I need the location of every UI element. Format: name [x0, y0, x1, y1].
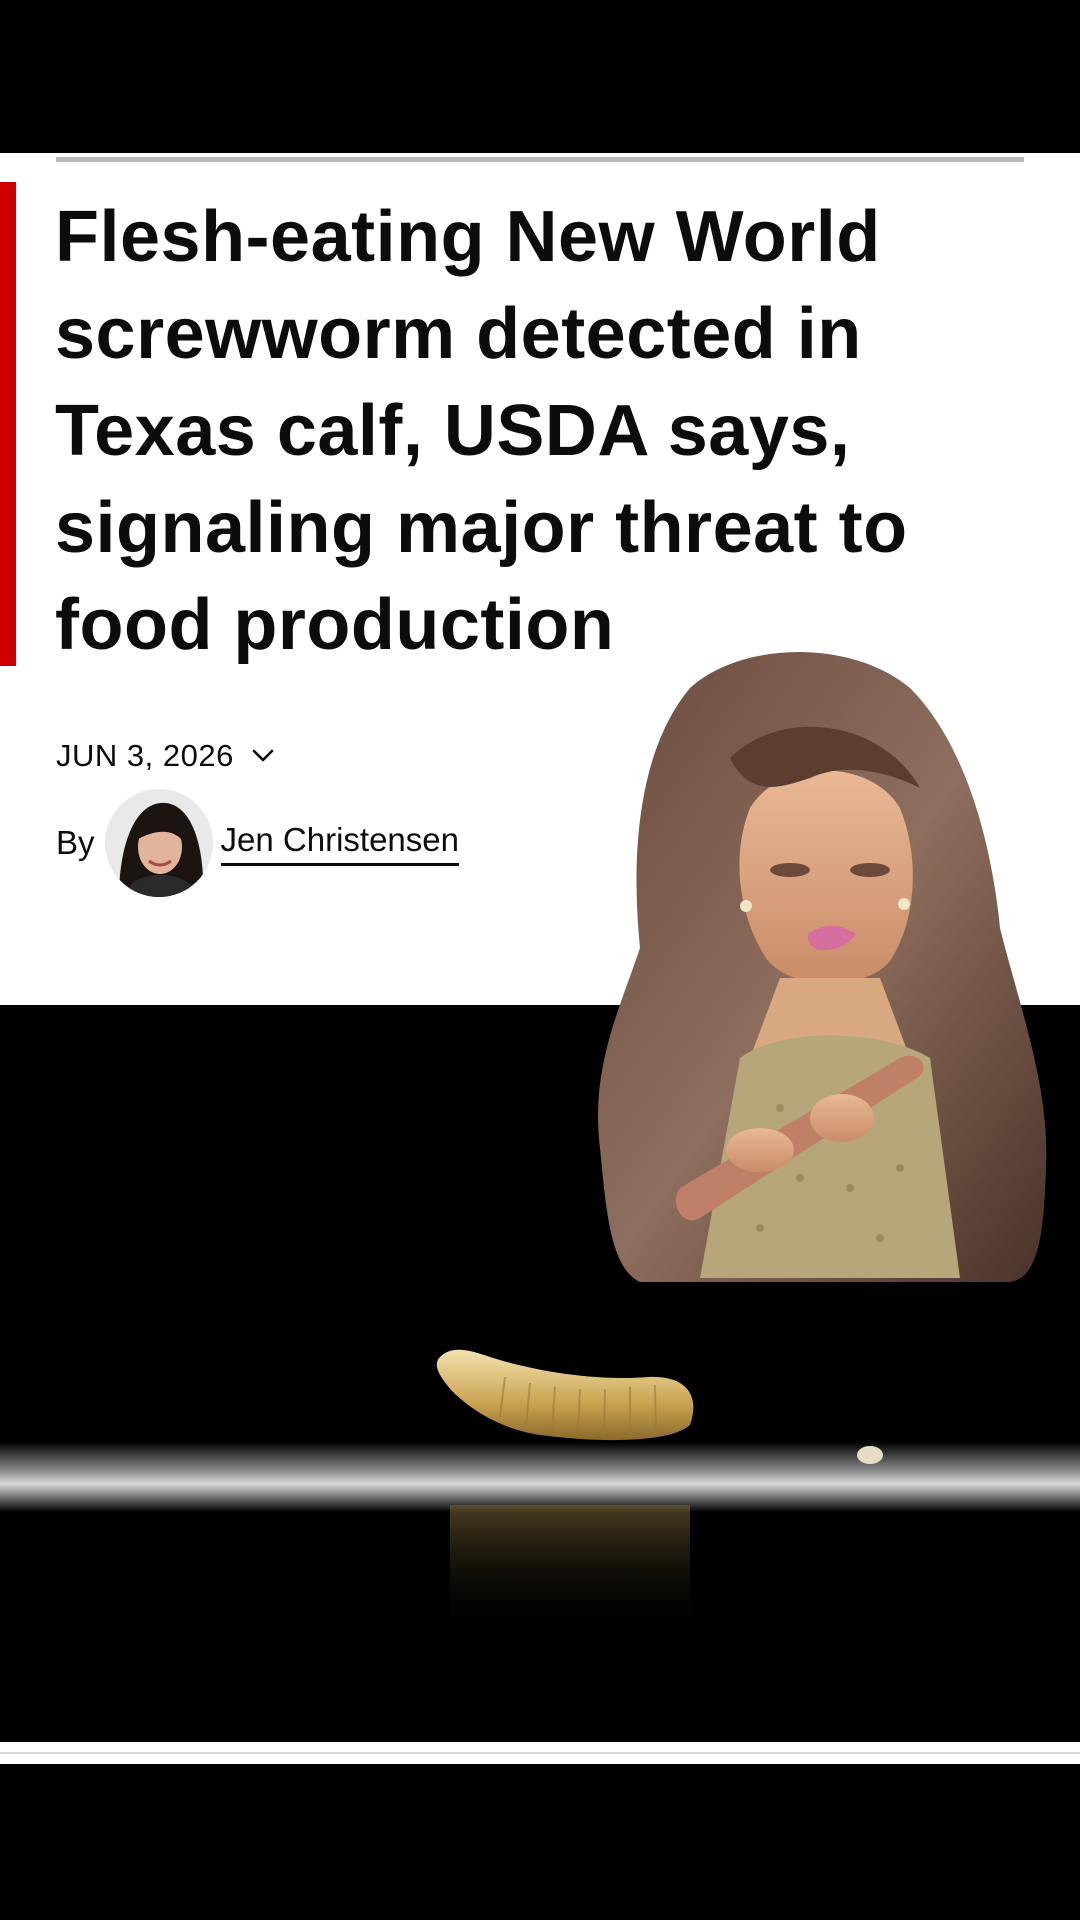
top-divider — [56, 157, 1024, 162]
top-black-bar — [0, 0, 1080, 153]
author-avatar[interactable] — [104, 789, 213, 897]
headline-accent-bar — [0, 182, 16, 666]
dateline[interactable]: JUN 3, 2026 — [56, 736, 276, 776]
chevron-down-icon[interactable] — [250, 743, 276, 769]
author-name-link[interactable]: Jen Christensen — [220, 821, 459, 866]
byline-prefix: By — [56, 824, 95, 861]
bottom-black-bar — [0, 1764, 1080, 1920]
article-date: JUN 3, 2026 — [56, 738, 234, 773]
article-headline: Flesh-eating New World screwworm detecte… — [55, 197, 908, 665]
doll-sticker-overlay — [580, 648, 1050, 1288]
bottom-divider-strip — [0, 1742, 1080, 1764]
byline: By Jen Christensen — [56, 788, 459, 898]
